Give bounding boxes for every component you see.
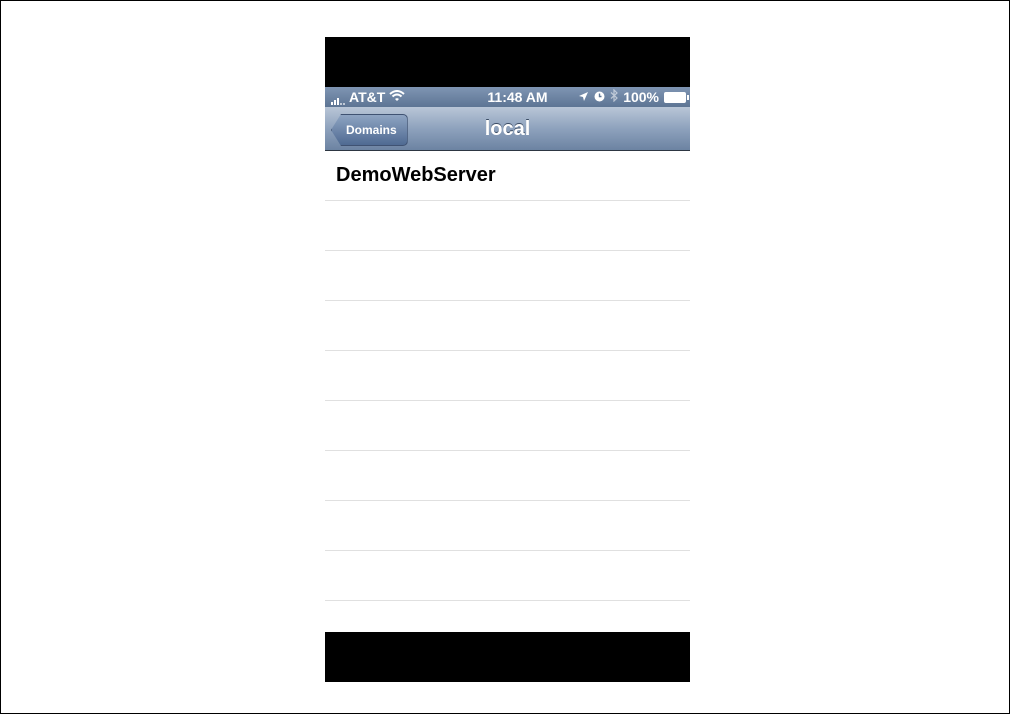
nav-title: local (484, 118, 531, 140)
battery-icon (664, 91, 689, 103)
battery-percent: 100% (623, 89, 659, 105)
list-item[interactable] (325, 251, 690, 301)
status-right: 100% (578, 88, 689, 105)
status-bar: AT&T 11:48 AM 100% (325, 87, 690, 107)
list-item[interactable] (325, 301, 690, 351)
bluetooth-icon (610, 88, 619, 105)
navigation-bar: Domains local (325, 107, 690, 151)
list-item[interactable] (325, 551, 690, 601)
list-item[interactable] (325, 351, 690, 401)
list-item[interactable]: DemoWebServer (325, 151, 690, 201)
service-list: DemoWebServer (325, 151, 690, 601)
list-item[interactable] (325, 201, 690, 251)
list-item[interactable] (325, 451, 690, 501)
list-item[interactable] (325, 501, 690, 551)
alarm-icon (594, 89, 605, 105)
list-item[interactable] (325, 401, 690, 451)
phone-device: AT&T 11:48 AM 100% Domains local DemoWeb… (325, 37, 690, 682)
phone-screen: AT&T 11:48 AM 100% Domains local DemoWeb… (325, 87, 690, 632)
location-icon (578, 89, 589, 105)
